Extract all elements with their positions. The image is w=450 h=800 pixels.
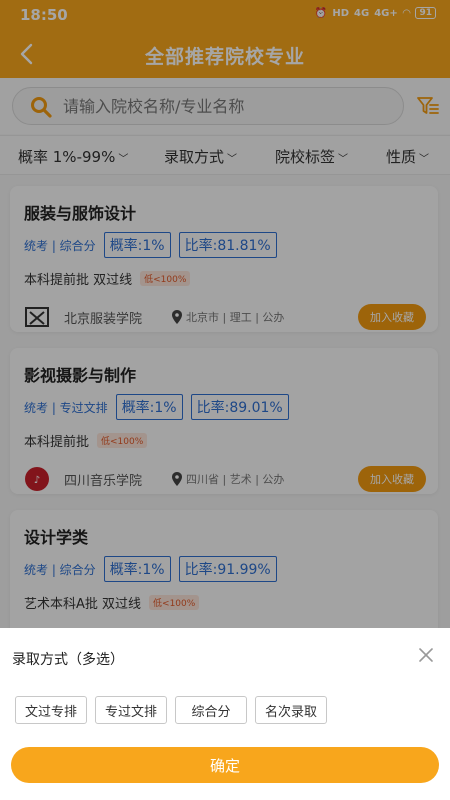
sheet-title: 录取方式（多选） (12, 652, 124, 668)
option-list: 文过专排 专过文排 综合分 名次录取 (15, 696, 327, 724)
admission-method-sheet: 录取方式（多选） 文过专排 专过文排 综合分 名次录取 确定 (0, 628, 450, 800)
modal-overlay[interactable] (0, 0, 450, 628)
close-icon[interactable] (417, 646, 435, 664)
option-zong-he-fen[interactable]: 综合分 (175, 696, 247, 724)
option-wen-guo-zhuan-pai[interactable]: 文过专排 (15, 696, 87, 724)
confirm-button[interactable]: 确定 (11, 747, 439, 783)
option-zhuan-guo-wen-pai[interactable]: 专过文排 (95, 696, 167, 724)
option-ming-ci-lu-qu[interactable]: 名次录取 (255, 696, 327, 724)
